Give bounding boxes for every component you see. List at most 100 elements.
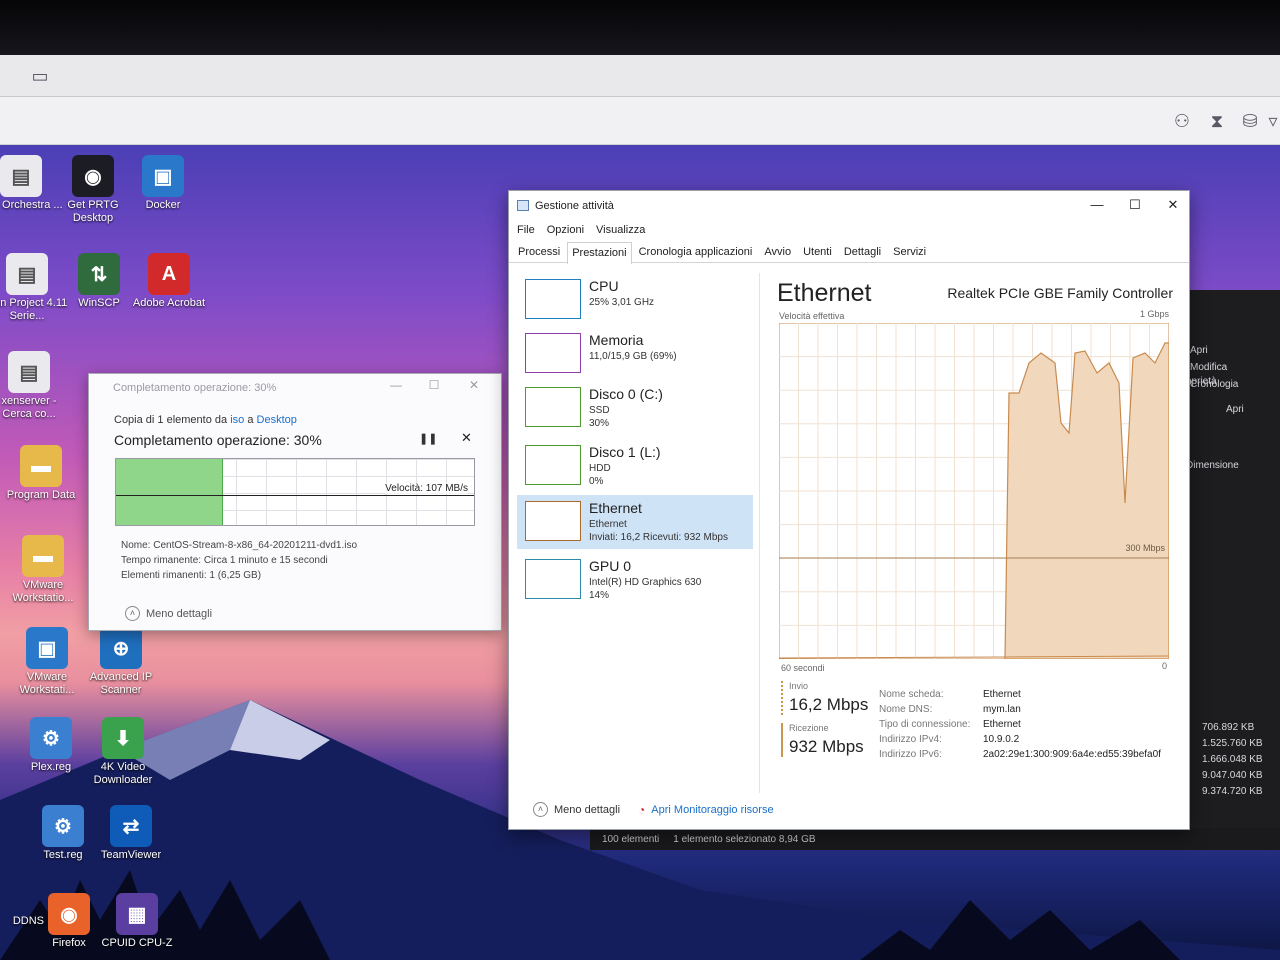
close-button[interactable]: ✕ bbox=[1159, 197, 1187, 213]
desktop-icon-partial[interactable]: DDNS bbox=[0, 915, 44, 928]
resource-monitor-link[interactable]: ◔ Apri Monitoraggio risorse bbox=[638, 803, 774, 817]
filter-icon[interactable]: ▿ bbox=[1266, 109, 1280, 133]
column-header-size[interactable]: Dimensione bbox=[1186, 460, 1239, 471]
resource-item[interactable]: Disco 0 (C:) SSD 30% bbox=[517, 381, 753, 435]
resource-details: 11,0/15,9 GB (69%) bbox=[589, 350, 677, 363]
copy-prefix: Copia di 1 elemento da bbox=[114, 414, 228, 426]
desktop-icon[interactable]: A Adobe Acrobat bbox=[126, 253, 212, 310]
cancel-copy-icon[interactable]: ✕ bbox=[461, 430, 472, 446]
desktop-icon-label: CPUID CPU-Z bbox=[101, 937, 173, 949]
send-stat: Invio 16,2 Mbps bbox=[781, 681, 868, 715]
database-icon[interactable]: ⛁ bbox=[1238, 109, 1262, 133]
resource-item[interactable]: Disco 1 (L:) HDD 0% bbox=[517, 439, 753, 493]
desktop-icon-label: Plex.reg bbox=[30, 761, 72, 773]
desktop-icon[interactable]: ▬ Program Data bbox=[0, 445, 84, 502]
source-link[interactable]: iso bbox=[230, 414, 244, 426]
property-row: Tipo di connessione: Ethernet bbox=[879, 717, 1161, 732]
firefox-icon: ◉ bbox=[72, 155, 114, 197]
menu-view[interactable]: Visualizza bbox=[596, 224, 645, 236]
tab[interactable]: Avvio bbox=[759, 241, 796, 263]
firefox-icon: ◉ bbox=[48, 893, 90, 935]
minimize-button[interactable]: — bbox=[385, 378, 407, 398]
detail-title: Ethernet bbox=[777, 279, 872, 307]
tab[interactable]: Dettagli bbox=[839, 241, 886, 263]
desktop-icon[interactable]: ⬇ 4K Video Downloader bbox=[80, 717, 166, 787]
property-value: Ethernet bbox=[983, 719, 1021, 730]
mid-scale-label: 300 Mbps bbox=[1125, 543, 1165, 553]
resource-detail: 11,0/15,9 GB (69%) bbox=[589, 351, 677, 362]
desktop-icon-label: Docker bbox=[145, 199, 181, 211]
maximize-button[interactable]: ☐ bbox=[423, 378, 445, 398]
resource-item[interactable]: CPU 25% 3,01 GHz bbox=[517, 273, 753, 327]
file-icon: ▤ bbox=[6, 253, 48, 295]
transfer-graph: Velocità: 107 MB/s bbox=[115, 458, 475, 526]
resource-thumbnail bbox=[525, 333, 581, 373]
close-button[interactable]: ✕ bbox=[463, 378, 485, 398]
resource-detail: 30% bbox=[589, 418, 610, 429]
throughput-chart bbox=[779, 323, 1169, 659]
hourglass-icon[interactable]: ⧗ bbox=[1205, 109, 1229, 133]
receive-value: 932 Mbps bbox=[789, 737, 864, 756]
less-details-button[interactable]: ˄ Meno dettagli bbox=[125, 606, 212, 621]
spy-icon[interactable]: ⚇ bbox=[1170, 109, 1194, 133]
desktop-icon[interactable]: ▦ CPUID CPU-Z bbox=[94, 893, 180, 950]
resource-detail: 25% 3,01 GHz bbox=[589, 297, 655, 308]
resource-detail: Ethernet bbox=[589, 519, 627, 530]
desktop-icon[interactable]: ▬ VMware Workstatio... bbox=[0, 535, 86, 605]
resource-list: CPU 25% 3,01 GHz Memoria 11,0/15,9 GB (69%)… bbox=[517, 273, 755, 793]
desktop-icon[interactable]: ▣ Docker bbox=[120, 155, 206, 212]
property-key: Indirizzo IPv6: bbox=[879, 749, 942, 760]
copy-status: Completamento operazione: 30% bbox=[114, 432, 322, 448]
receive-label: Ricezione bbox=[789, 723, 829, 733]
maximize-button[interactable]: ☐ bbox=[1121, 197, 1149, 213]
desktop-icon[interactable]: ⊕ Advanced IP Scanner bbox=[78, 627, 164, 697]
ribbon-properties[interactable]: oprietà bbox=[1186, 376, 1217, 387]
tm-tabs: Processi Prestazioni Cronologia applicazio… bbox=[509, 241, 1189, 264]
time-remaining-line: Tempo rimanente: Circa 1 minuto e 15 sec… bbox=[121, 555, 328, 566]
property-value: 10.9.0.2 bbox=[983, 734, 1020, 745]
pause-icon[interactable]: ❚❚ bbox=[419, 432, 437, 445]
tab[interactable]: Cronologia applicazioni bbox=[634, 241, 758, 263]
resource-item[interactable]: Ethernet Ethernet Inviati: 16,2 Ricevuti: … bbox=[517, 495, 753, 549]
chevron-up-icon: ˄ bbox=[125, 606, 140, 621]
tab[interactable]: Servizi bbox=[888, 241, 931, 263]
less-details-label: Meno dettagli bbox=[554, 803, 621, 816]
screen-icon[interactable]: ▭ bbox=[28, 65, 52, 87]
size-cell: 706.892 KB bbox=[1202, 722, 1255, 733]
destination-link[interactable]: Desktop bbox=[257, 414, 297, 426]
tab[interactable]: Prestazioni bbox=[567, 242, 632, 264]
size-column: 706.892 KB 1.525.760 KB 1.666.048 KB 9.0… bbox=[1202, 722, 1263, 797]
size-cell: 1.666.048 KB bbox=[1202, 754, 1263, 765]
property-value: mym.lan bbox=[983, 704, 1021, 715]
resource-details: Intel(R) HD Graphics 630 14% bbox=[589, 576, 701, 602]
pane-divider[interactable] bbox=[759, 273, 760, 793]
resource-item[interactable]: GPU 0 Intel(R) HD Graphics 630 14% bbox=[517, 553, 753, 607]
tab[interactable]: Processi bbox=[513, 241, 565, 263]
resource-item[interactable]: Memoria 11,0/15,9 GB (69%) bbox=[517, 327, 753, 381]
ribbon-modifica[interactable]: Modifica bbox=[1190, 362, 1238, 373]
registry-icon: ⚙ bbox=[30, 717, 72, 759]
menu-file[interactable]: File bbox=[517, 224, 535, 236]
property-value: 2a02:29e1:300:909:6a4e:ed55:39befa0f bbox=[983, 749, 1161, 760]
folder-icon: ▬ bbox=[22, 535, 64, 577]
menu-options[interactable]: Opzioni bbox=[547, 224, 584, 236]
resource-detail: 0% bbox=[589, 476, 604, 487]
minimize-button[interactable]: — bbox=[1083, 197, 1111, 212]
less-details-button[interactable]: ˄ Meno dettagli bbox=[533, 802, 620, 817]
property-row: Indirizzo IPv6: 2a02:29e1:300:909:6a4e:ed… bbox=[879, 747, 1161, 762]
ribbon-apri[interactable]: Apri bbox=[1190, 345, 1238, 356]
desktop-icon[interactable]: ⇄ TeamViewer bbox=[88, 805, 174, 862]
desktop-icon-label: xenserver - Cerca co... bbox=[1, 395, 57, 420]
tm-titlebar: Gestione attività — ☐ ✕ bbox=[509, 191, 1189, 221]
property-key: Nome scheda: bbox=[879, 689, 944, 700]
property-key: Tipo di connessione: bbox=[879, 719, 971, 730]
tab[interactable]: Utenti bbox=[798, 241, 837, 263]
desktop-icon-label: Program Data bbox=[6, 489, 76, 501]
task-manager-window: Gestione attività — ☐ ✕ File Opzioni Vis… bbox=[508, 190, 1190, 830]
receive-area bbox=[1004, 342, 1169, 659]
download-icon: ⬇ bbox=[102, 717, 144, 759]
desktop-icon[interactable]: ▤ xenserver - Cerca co... bbox=[0, 351, 72, 421]
send-value: 16,2 Mbps bbox=[789, 695, 869, 714]
file-name-line: Nome: CentOS-Stream-8-x86_64-20201211-dv… bbox=[121, 540, 358, 551]
acrobat-icon: A bbox=[148, 253, 190, 295]
